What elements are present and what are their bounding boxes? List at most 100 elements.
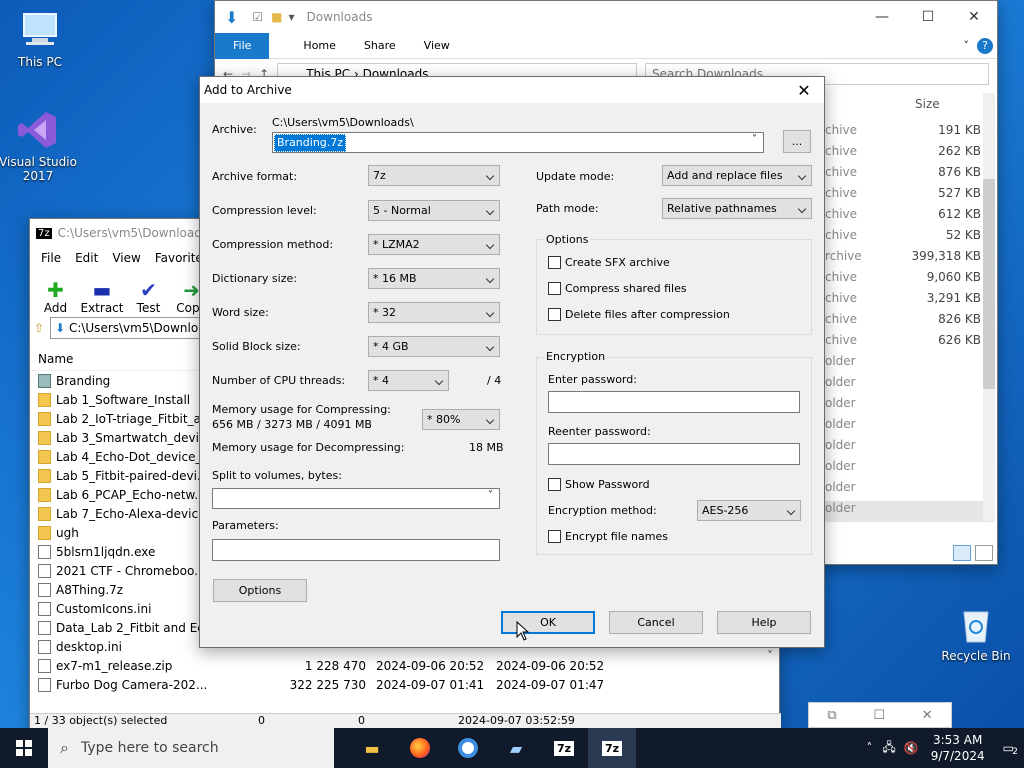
list-item[interactable]: chive 52 KB bbox=[825, 228, 995, 249]
taskbar-7zip[interactable]: 7z bbox=[540, 728, 588, 768]
ribbon-tab-share[interactable]: Share bbox=[350, 39, 410, 52]
ribbon-tab-file[interactable]: File bbox=[215, 32, 270, 59]
path-mode-select[interactable]: Relative pathnames bbox=[662, 198, 812, 219]
list-item[interactable]: rchive 399,318 KB bbox=[825, 249, 995, 270]
maximize-button[interactable]: ☐ bbox=[905, 9, 951, 25]
update-mode-select[interactable]: Add and replace files bbox=[662, 165, 812, 186]
compress-shared-checkbox[interactable]: Compress shared files bbox=[548, 282, 687, 295]
quick-access-dropdown-icon[interactable]: ▾ bbox=[289, 10, 295, 24]
scrollbar[interactable] bbox=[983, 93, 995, 521]
up-folder-icon[interactable]: ⇧ bbox=[34, 321, 44, 335]
compression-level-select[interactable]: 5 - Normal bbox=[368, 200, 500, 221]
ribbon-expand-icon[interactable]: ˅ bbox=[950, 39, 978, 52]
dictionary-size-select[interactable]: * 16 MB bbox=[368, 268, 500, 289]
add-button[interactable]: ✚ Add bbox=[34, 279, 77, 315]
solid-block-size-select[interactable]: * 4 GB bbox=[368, 336, 500, 357]
reenter-password-label: Reenter password: bbox=[548, 425, 651, 438]
maximize-button[interactable]: ☐ bbox=[873, 708, 885, 723]
encryption-method-select[interactable]: AES-256 bbox=[697, 500, 801, 521]
list-item[interactable]: chive 527 KB bbox=[825, 186, 995, 207]
memory-percent-select[interactable]: * 80% bbox=[422, 409, 500, 430]
recycle-bin-icon bbox=[954, 602, 998, 646]
notification-icon[interactable]: ▭ 2 bbox=[993, 741, 1024, 757]
list-item[interactable]: older bbox=[825, 354, 995, 375]
list-item[interactable]: chive 9,060 KB bbox=[825, 270, 995, 291]
list-item[interactable]: chive 262 KB bbox=[825, 144, 995, 165]
menu-edit[interactable]: Edit bbox=[68, 251, 105, 265]
clock[interactable]: 3:53 AM 9/7/2024 bbox=[923, 732, 993, 764]
extract-button[interactable]: ▬ Extract bbox=[77, 279, 127, 315]
table-row[interactable]: ex7-m1_release.zip 1 228 470 2024-09-06 20… bbox=[30, 656, 781, 675]
browse-button[interactable]: ... bbox=[783, 130, 811, 153]
close-button[interactable]: ✕ bbox=[922, 708, 933, 723]
taskbar-app[interactable]: ▰ bbox=[492, 728, 540, 768]
ribbon-tab-home[interactable]: Home bbox=[289, 39, 349, 52]
list-item[interactable]: older bbox=[825, 501, 995, 522]
compression-method-select[interactable]: * LZMA2 bbox=[368, 234, 500, 255]
taskbar-search[interactable]: ⌕ Type here to search bbox=[48, 728, 334, 768]
desktop-icon-visual-studio[interactable]: Visual Studio 2017 bbox=[0, 108, 78, 183]
menu-view[interactable]: View bbox=[105, 251, 147, 265]
taskbar-chrome[interactable] bbox=[444, 728, 492, 768]
desktop-icon-this-pc[interactable]: This PC bbox=[0, 8, 80, 69]
taskbar-firefox[interactable] bbox=[396, 728, 444, 768]
options-button[interactable]: Options bbox=[213, 579, 307, 602]
explorer-titlebar[interactable]: ⬇ ☑ ■ ▾ Downloads — ☐ ✕ bbox=[215, 1, 997, 33]
ribbon-tab-view[interactable]: View bbox=[410, 39, 464, 52]
list-item[interactable]: older bbox=[825, 459, 995, 480]
list-item[interactable]: older bbox=[825, 438, 995, 459]
view-toggle-tiles-icon[interactable] bbox=[975, 545, 993, 561]
cpu-threads-select[interactable]: * 4 bbox=[368, 370, 449, 391]
folder-icon bbox=[38, 525, 51, 540]
reenter-password-input[interactable] bbox=[548, 443, 800, 465]
scroll-thumb[interactable] bbox=[983, 179, 995, 389]
list-item[interactable]: chive 826 KB bbox=[825, 312, 995, 333]
volume-muted-icon[interactable]: 🔇 bbox=[900, 741, 923, 755]
chevron-up-icon[interactable]: ˄ bbox=[860, 741, 878, 755]
list-item[interactable]: chive 3,291 KB bbox=[825, 291, 995, 312]
list-item[interactable]: older bbox=[825, 396, 995, 417]
list-item[interactable]: chive 626 KB bbox=[825, 333, 995, 354]
parameters-input[interactable] bbox=[212, 539, 500, 561]
list-item[interactable]: chive 191 KB bbox=[825, 123, 995, 144]
minimize-button[interactable]: — bbox=[859, 9, 905, 25]
desktop-icon-recycle-bin[interactable]: Recycle Bin bbox=[936, 602, 1016, 663]
close-button[interactable]: ✕ bbox=[951, 9, 997, 25]
password-input[interactable] bbox=[548, 391, 800, 413]
chevron-down-icon[interactable]: ˅ bbox=[488, 490, 493, 501]
help-button[interactable]: Help bbox=[717, 611, 811, 634]
list-item[interactable]: older bbox=[825, 375, 995, 396]
view-toggle-details-icon[interactable] bbox=[953, 545, 971, 561]
delete-after-checkbox[interactable]: Delete files after compression bbox=[548, 308, 730, 321]
help-icon[interactable]: ? bbox=[977, 37, 993, 54]
archive-name-combobox[interactable]: Branding.7z ˅ bbox=[272, 132, 764, 153]
scrollbar[interactable]: ˅ bbox=[763, 649, 777, 699]
taskbar-file-explorer[interactable]: ▬ bbox=[348, 728, 396, 768]
chevron-down-icon[interactable]: ˅ bbox=[752, 134, 757, 145]
archive-format-select[interactable]: 7z bbox=[368, 165, 500, 186]
list-item[interactable]: older bbox=[825, 417, 995, 438]
create-sfx-checkbox[interactable]: Create SFX archive bbox=[548, 256, 670, 269]
file-name: Furbo Dog Camera-202... bbox=[56, 677, 208, 692]
memory-compress-value: 656 MB / 3273 MB / 4091 MB bbox=[212, 418, 372, 431]
table-row[interactable]: Furbo Dog Camera-202... 322 225 730 2024-0… bbox=[30, 675, 781, 694]
show-password-checkbox[interactable]: Show Password bbox=[548, 478, 650, 491]
network-icon[interactable]: 🖧 bbox=[878, 738, 899, 759]
properties-icon[interactable]: ☑ bbox=[252, 10, 263, 24]
split-volumes-combobox[interactable]: ˅ bbox=[212, 488, 500, 509]
start-button[interactable] bbox=[0, 728, 48, 768]
dialog-close-button[interactable]: ✕ bbox=[784, 81, 824, 100]
test-button[interactable]: ✔ Test bbox=[127, 279, 170, 315]
list-item[interactable]: chive 612 KB bbox=[825, 207, 995, 228]
size-column-header[interactable]: Size bbox=[915, 97, 940, 111]
encrypt-names-checkbox[interactable]: Encrypt file names bbox=[548, 530, 668, 543]
word-size-select[interactable]: * 32 bbox=[368, 302, 500, 323]
cancel-button[interactable]: Cancel bbox=[609, 611, 703, 634]
list-item[interactable]: chive 876 KB bbox=[825, 165, 995, 186]
folder-icon bbox=[38, 449, 51, 464]
list-item[interactable]: older bbox=[825, 480, 995, 501]
window-preview-icon[interactable]: ⧉ bbox=[827, 708, 836, 723]
taskbar-7zip-active[interactable]: 7z bbox=[588, 728, 636, 768]
menu-file[interactable]: File bbox=[34, 251, 68, 265]
dialog-titlebar[interactable]: Add to Archive ✕ bbox=[200, 77, 824, 103]
